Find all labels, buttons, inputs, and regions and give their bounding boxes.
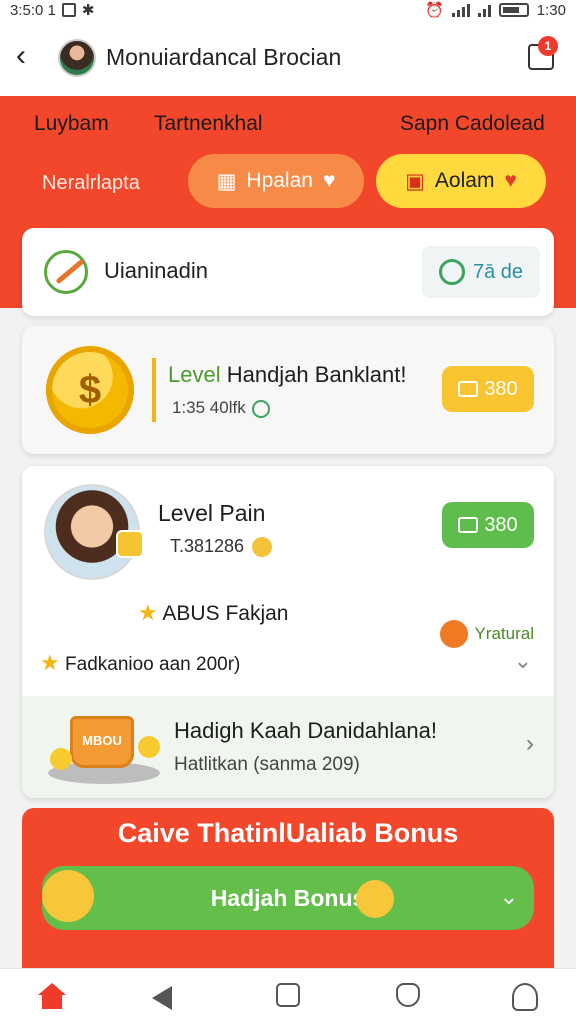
heart-icon: ♥ <box>504 169 517 192</box>
page-title: Monuiardancal Brocian <box>106 44 342 70</box>
coin-icon: $ <box>46 346 134 434</box>
profile-name: Level Pain <box>158 500 266 526</box>
level-prefix: Level <box>168 362 221 387</box>
promo-line: ★ ABUS Fakjan <box>138 600 288 626</box>
bonus-button-label: Hadjah Bonus <box>210 884 366 911</box>
status-right: ⏰ 1:30 <box>425 1 566 20</box>
status-icon <box>251 399 270 418</box>
coin-icon <box>138 736 160 758</box>
hpalan-button[interactable]: ▦ Hpalan ♥ <box>188 154 364 208</box>
nav-profile[interactable] <box>512 983 542 1013</box>
chevron-right-icon[interactable]: › <box>526 730 534 758</box>
status-time-left: 3:5:0 1 <box>10 1 56 19</box>
promo-title: ABUS Fakjan <box>162 602 289 625</box>
meta-line: ★ Fadkanioo aan 200r) <box>40 650 240 676</box>
promo-tag-label: Yratural <box>474 624 534 643</box>
tab-bar: Luybam Tartnenkhal Sapn Cadolead <box>0 112 576 142</box>
cup-icon: MBOU <box>48 714 160 784</box>
profile-value-button[interactable]: 380 <box>442 502 534 548</box>
notification-badge: 1 <box>538 36 558 56</box>
heart-icon: ♥ <box>322 169 336 192</box>
divider <box>152 358 156 422</box>
screenshot-icon <box>61 3 76 17</box>
status-time-right: 1:30 <box>536 1 566 19</box>
nav-back[interactable] <box>152 983 182 1013</box>
alarm-icon: ⏰ <box>425 2 444 19</box>
cup-body: MBOU <box>70 716 134 768</box>
tag-icon <box>440 620 469 648</box>
emoji-icon <box>356 880 394 918</box>
reward-meta: Hatlitkan (sanma 209) <box>174 754 360 775</box>
battery-icon <box>498 3 529 17</box>
bonus-button[interactable]: Hadjah Bonus <box>42 866 534 930</box>
profile-value: 380 <box>484 513 518 536</box>
box-icon <box>458 381 479 397</box>
hpalan-label: Hpalan <box>246 169 313 192</box>
bonus-panel: Caive ThatinlUaliab Bonus Hadjah Bonus ⌄ <box>22 808 554 968</box>
points-text: T.381286 <box>170 536 245 556</box>
smile-icon <box>252 537 273 558</box>
calendar-icon: ▦ <box>216 169 237 193</box>
tab-sapn-cadolead[interactable]: Sapn Cadolead <box>400 112 545 136</box>
aolam-label: Aolam <box>434 169 495 192</box>
home-icon <box>38 983 66 1009</box>
chevron-down-icon[interactable]: ⌄ <box>514 648 532 674</box>
search-card[interactable]: Uianinadin 7ā de <box>22 228 554 316</box>
level-card[interactable]: $ Level Handjah Banklant! 1:35 40lfk 380 <box>22 326 554 454</box>
dice-icon <box>116 530 144 558</box>
shield-icon <box>396 983 420 1007</box>
bonus-title: Caive ThatinlUaliab Bonus <box>117 818 459 848</box>
star-icon: ★ <box>138 600 158 625</box>
level-title: Level Handjah Banklant! <box>168 362 407 388</box>
status-left: 3:5:0 1 ✱ <box>10 1 95 20</box>
bottom-nav <box>0 968 576 1024</box>
chevron-down-icon[interactable]: ⌄ <box>500 884 518 910</box>
profile-points: T.381286 <box>170 536 273 558</box>
wifi-icon <box>451 3 470 17</box>
meta-text: Fadkanioo aan 200r) <box>65 654 241 675</box>
signal-icon <box>477 3 491 17</box>
profile-icon <box>512 983 538 1011</box>
profile-card: Level Pain T.381286 380 ★ ABUS Fakjan Yr… <box>22 466 554 798</box>
promo-tag[interactable]: Yratural <box>440 620 534 648</box>
tab-tartnenkhal[interactable]: Tartnenkhal <box>154 112 263 136</box>
level-value: 380 <box>484 377 518 400</box>
reward-title: Hadigh Kaah Danidahlana! <box>174 718 437 743</box>
nav-recent[interactable] <box>276 983 306 1013</box>
search-label: Uianinadin <box>104 258 208 283</box>
level-subtitle-text: 1:35 40lfk <box>172 398 246 417</box>
star-icon: ★ <box>40 650 60 675</box>
nav-home[interactable] <box>38 983 68 1013</box>
app-header: ‹ Monuiardancal Brocian 1 <box>0 22 576 96</box>
square-icon <box>276 983 300 1007</box>
avatar[interactable] <box>58 39 96 77</box>
search-icon <box>44 250 88 294</box>
emoji-icon <box>42 870 94 922</box>
reward-subcard[interactable]: MBOU Hadigh Kaah Danidahlana! Hatlitkan … <box>22 696 554 798</box>
aolam-button[interactable]: ▣ Aolam ♥ <box>376 154 546 208</box>
back-icon <box>152 986 172 1010</box>
box-icon <box>458 517 479 533</box>
banner-sub-label: Neralrlapta <box>42 172 140 194</box>
nav-shield[interactable] <box>396 983 426 1013</box>
tab-luybam[interactable]: Luybam <box>34 112 109 136</box>
back-button[interactable]: ‹ <box>16 41 46 72</box>
chip-text: 7ā de <box>472 260 524 283</box>
level-value-button[interactable]: 380 <box>442 366 534 412</box>
chip-icon <box>438 259 465 285</box>
status-bar: 3:5:0 1 ✱ ⏰ 1:30 <box>0 0 576 22</box>
level-subtitle: 1:35 40lfk <box>172 398 270 418</box>
coin-icon <box>50 748 72 770</box>
search-chip[interactable]: 7ā de <box>422 246 540 298</box>
shop-icon: ▣ <box>405 169 425 193</box>
level-main: Handjah Banklant! <box>220 362 407 387</box>
bluetooth-icon: ✱ <box>81 2 95 19</box>
